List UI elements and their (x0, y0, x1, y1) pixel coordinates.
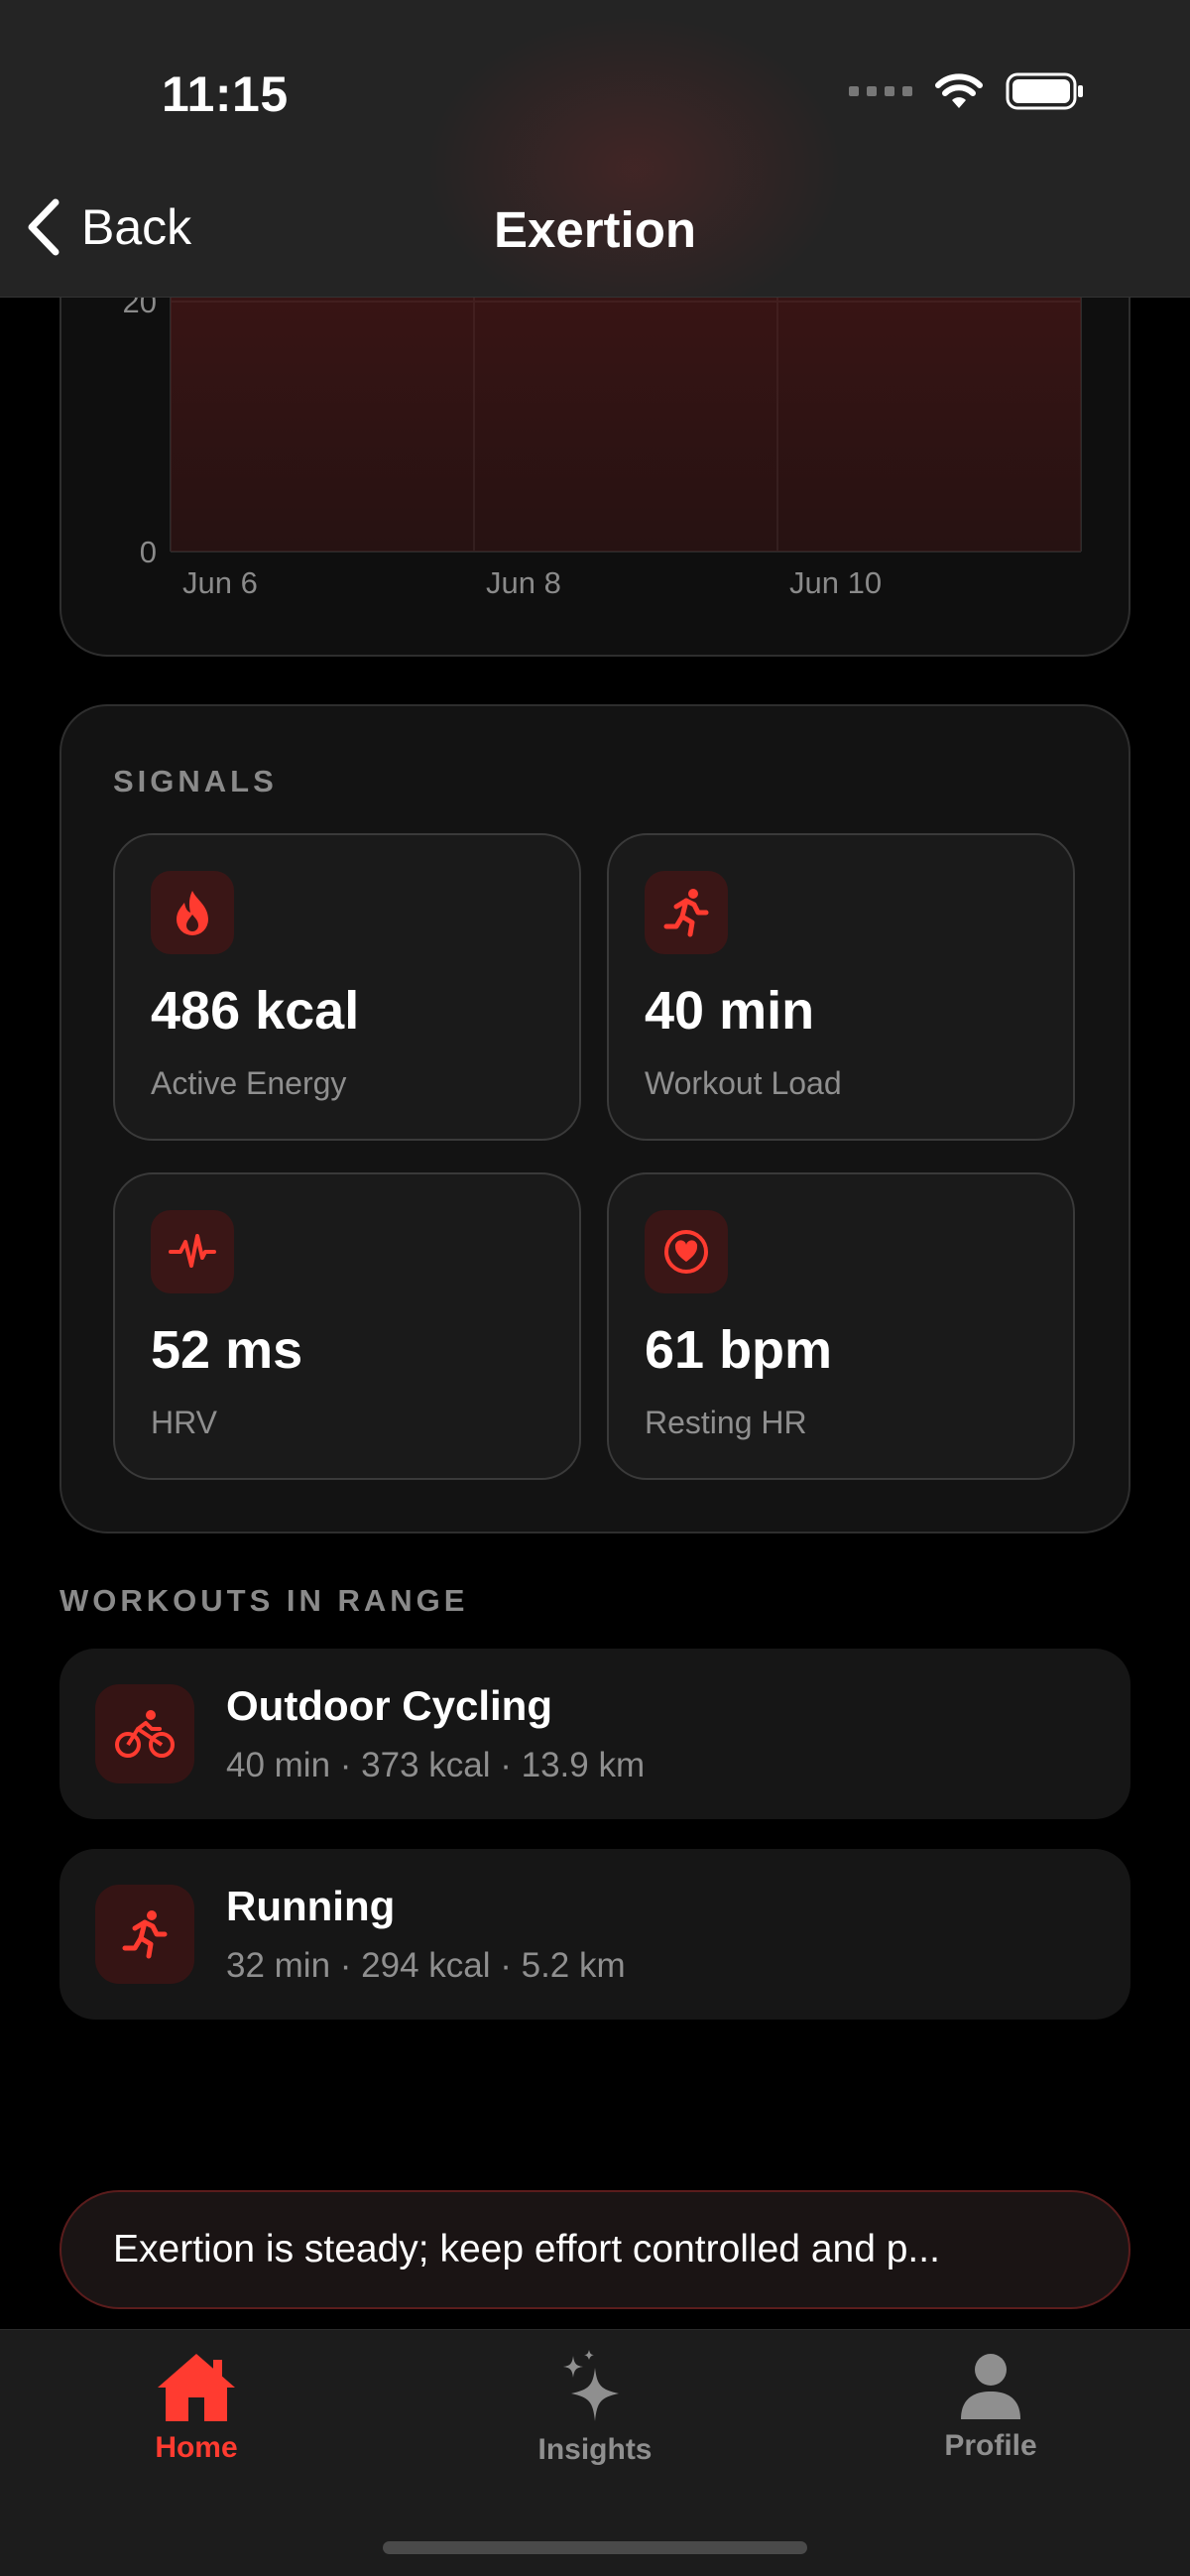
workout-item-outdoor-cycling[interactable]: Outdoor Cycling 40 min · 373 kcal · 13.9… (60, 1649, 1130, 1819)
cellular-signal-icon (849, 86, 912, 96)
sparkles-icon (563, 2350, 619, 2421)
insight-text: Exertion is steady; keep effort controll… (113, 2228, 940, 2270)
tab-profile[interactable]: Profile (882, 2350, 1100, 2463)
signal-tile-active-energy[interactable]: 486 kcal Active Energy (113, 833, 581, 1141)
signal-tile-resting-hr[interactable]: 61 bpm Resting HR (607, 1172, 1075, 1480)
chart-x-tick-label: Jun 6 (182, 565, 258, 600)
signal-value: 61 bpm (645, 1320, 833, 1380)
workout-details: 32 min · 294 kcal · 5.2 km (226, 1946, 626, 1985)
flame-icon (151, 871, 234, 954)
insight-banner[interactable]: Exertion is steady; keep effort controll… (60, 2190, 1130, 2309)
signal-tile-hrv[interactable]: 52 ms HRV (113, 1172, 581, 1480)
signal-label: HRV (151, 1405, 217, 1440)
workout-details: 40 min · 373 kcal · 13.9 km (226, 1746, 646, 1784)
signal-value: 40 min (645, 981, 815, 1041)
house-icon (158, 2354, 235, 2421)
person-icon (961, 2354, 1020, 2419)
signal-value: 486 kcal (151, 981, 360, 1041)
signal-label: Active Energy (151, 1065, 347, 1101)
chart-x-tick-label: Jun 10 (789, 565, 882, 600)
signals-card: SIGNALS 486 kcal Active Energy 40 min Wo… (60, 704, 1130, 1533)
workout-item-running[interactable]: Running 32 min · 294 kcal · 5.2 km (60, 1849, 1130, 2020)
workouts-heading: WORKOUTS IN RANGE (60, 1583, 469, 1618)
pulse-icon (151, 1210, 234, 1293)
navigation-bar: 11:15 Back Exertion (0, 0, 1190, 298)
tab-bar: Home Insights Profile (0, 2329, 1190, 2576)
tab-label: Profile (944, 2429, 1037, 2462)
signal-tile-workout-load[interactable]: 40 min Workout Load (607, 833, 1075, 1141)
running-icon (95, 1885, 194, 1984)
signal-value: 52 ms (151, 1320, 303, 1380)
home-indicator (383, 2541, 807, 2554)
chart-y-tick-label: 0 (140, 535, 157, 569)
tab-label: Home (155, 2431, 238, 2464)
status-icons (849, 71, 1085, 111)
chart-x-tick-label: Jun 8 (486, 565, 561, 600)
tab-home[interactable]: Home (87, 2350, 305, 2465)
workout-title: Running (226, 1883, 396, 1929)
workout-title: Outdoor Cycling (226, 1682, 552, 1729)
heart-icon (645, 1210, 728, 1293)
page-title: Exertion (493, 201, 697, 258)
cycling-icon (95, 1684, 194, 1783)
tab-label: Insights (537, 2433, 653, 2466)
status-time: 11:15 (162, 66, 289, 122)
wifi-icon (935, 73, 983, 108)
screen: 0 20 Jun 6 Jun 8 Jun 10 11:15 Back Exert… (0, 0, 1190, 2576)
signals-heading: SIGNALS (113, 764, 278, 798)
battery-icon (1006, 72, 1083, 110)
signal-label: Workout Load (645, 1065, 842, 1101)
signal-label: Resting HR (645, 1405, 807, 1440)
running-icon (645, 871, 728, 954)
tab-insights[interactable]: Insights (486, 2350, 704, 2467)
